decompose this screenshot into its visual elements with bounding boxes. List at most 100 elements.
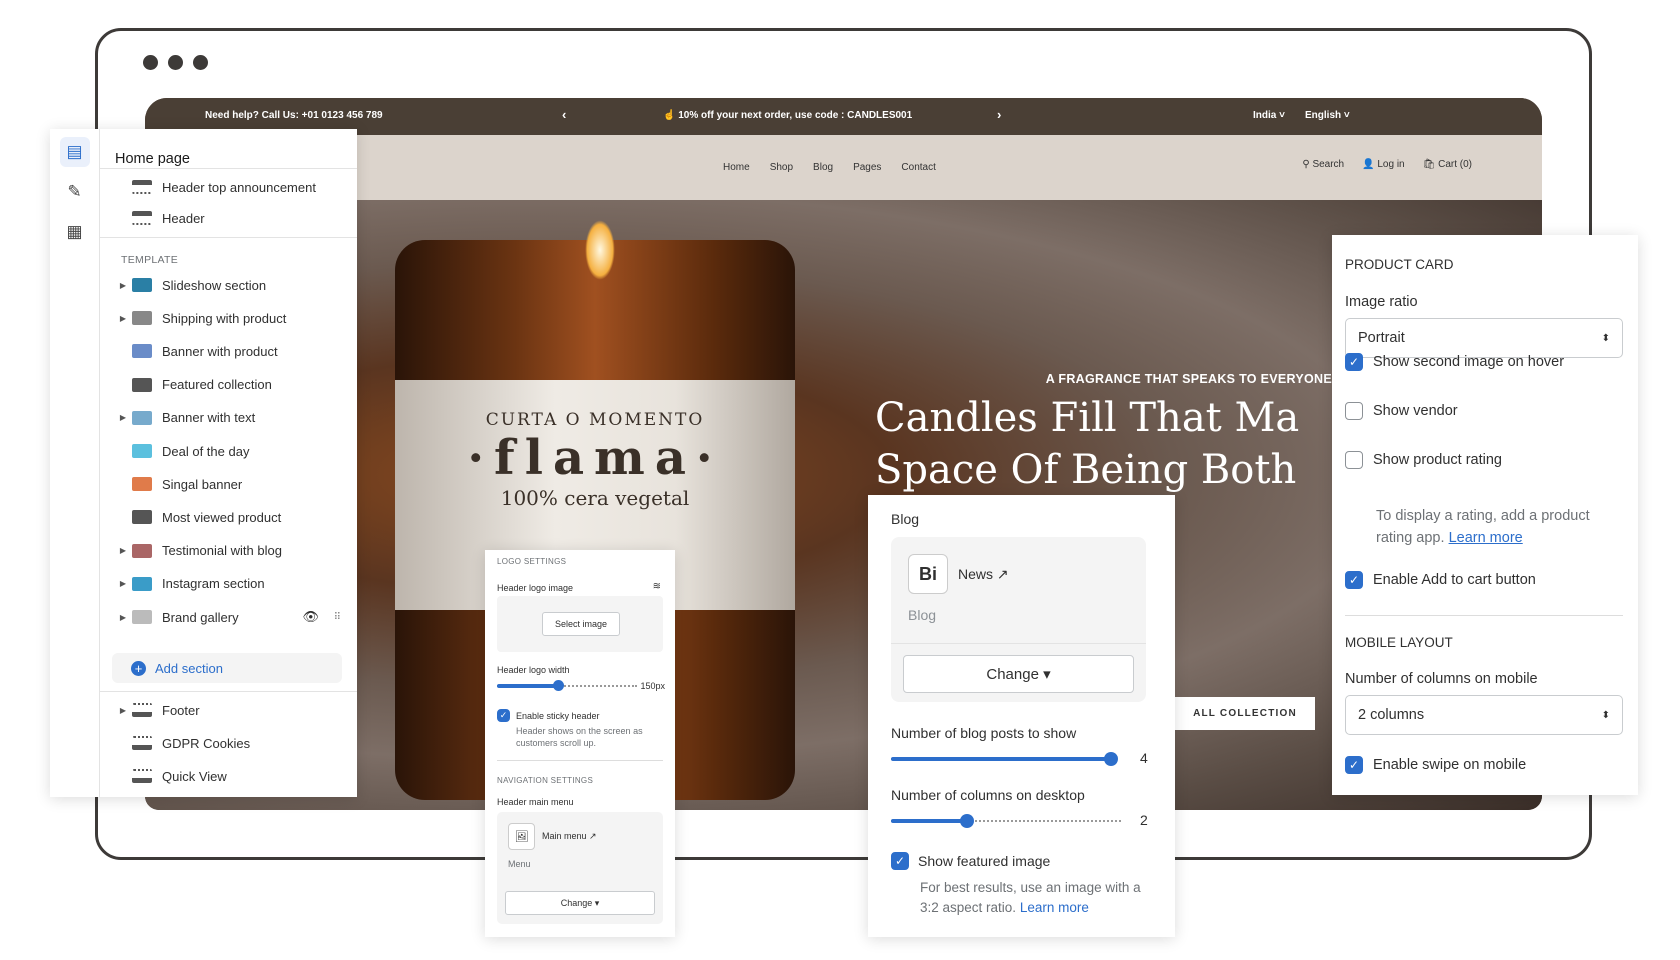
sections-icon[interactable]: ▤ xyxy=(59,137,90,167)
swipe-mobile-label: Enable swipe on mobile xyxy=(1373,757,1527,773)
database-icon[interactable]: ≋ xyxy=(653,581,661,592)
section-item[interactable]: ▶ Footer xyxy=(100,695,357,725)
expand-caret-icon[interactable]: ▶ xyxy=(112,546,132,555)
add-to-cart-label: Enable Add to cart button xyxy=(1373,572,1536,588)
next-arrow-icon[interactable]: › xyxy=(997,107,1001,122)
image-ratio-label: Image ratio xyxy=(1345,294,1418,310)
columns-desktop-slider[interactable] xyxy=(891,814,1121,828)
add-section-label: Add section xyxy=(155,660,223,676)
language-select[interactable]: English ˅ xyxy=(1305,110,1350,121)
hero-subtitle: A FRAGRANCE THAT SPEAKS TO EVERYONE xyxy=(1045,372,1332,386)
logo-image-picker: Select image xyxy=(497,596,663,652)
section-item[interactable]: Header xyxy=(100,203,357,233)
main-menu-link[interactable]: Main menu ↗ xyxy=(542,831,597,842)
add-section-button[interactable]: + Add section xyxy=(112,653,342,683)
window-dot[interactable] xyxy=(168,55,183,70)
section-item[interactable]: Quick View xyxy=(100,761,357,791)
logo-settings-heading: LOGO SETTINGS xyxy=(497,557,567,566)
posts-count-label: Number of blog posts to show xyxy=(891,725,1077,741)
section-thumbnail-icon xyxy=(132,377,152,392)
logo-settings-panel: LOGO SETTINGS Header logo image ≋ Select… xyxy=(485,550,675,937)
section-thumbnail-icon xyxy=(132,736,152,750)
expand-caret-icon[interactable]: ▶ xyxy=(112,281,132,290)
section-thumbnail-icon xyxy=(132,344,152,359)
window-dot[interactable] xyxy=(193,55,208,70)
label-arc-text: CURTA O MOMENTO xyxy=(485,410,705,430)
section-item[interactable]: Most viewed product xyxy=(100,502,357,532)
columns-mobile-label: Number of columns on mobile xyxy=(1345,671,1538,687)
mobile-layout-heading: MOBILE LAYOUT xyxy=(1345,635,1453,650)
section-thumbnail-icon xyxy=(132,311,152,326)
section-item[interactable]: Header top announcement xyxy=(100,172,357,202)
section-thumbnail-icon xyxy=(132,576,152,591)
section-item[interactable]: ▶ Testimonial with blog xyxy=(100,536,357,566)
section-item[interactable]: Deal of the day xyxy=(100,436,357,466)
nav-link-blog[interactable]: Blog xyxy=(813,162,833,173)
section-label: Singal banner xyxy=(162,476,243,492)
select-image-button[interactable]: Select image xyxy=(542,612,620,636)
change-blog-button[interactable]: Change ▾ xyxy=(903,655,1134,693)
change-menu-button[interactable]: Change ▾ xyxy=(505,891,655,915)
columns-mobile-select[interactable]: 2 columns ⬍ xyxy=(1345,695,1623,735)
expand-caret-icon[interactable]: ▶ xyxy=(112,314,132,323)
select-arrows-icon: ⬍ xyxy=(1601,709,1610,721)
posts-count-slider[interactable] xyxy=(891,752,1118,766)
section-label: Footer xyxy=(162,702,200,718)
product-option-label: Show product rating xyxy=(1373,452,1502,468)
expand-caret-icon[interactable]: ▶ xyxy=(112,613,132,622)
menu-type: Menu xyxy=(508,859,531,869)
section-label: Featured collection xyxy=(162,377,272,393)
nav-link-contact[interactable]: Contact xyxy=(901,162,935,173)
swipe-mobile-checkbox[interactable]: ✓ xyxy=(1345,756,1363,774)
nav-link-shop[interactable]: Shop xyxy=(770,162,793,173)
sticky-header-checkbox[interactable]: ✓ xyxy=(497,709,510,722)
app-blocks-icon[interactable]: ▦ xyxy=(60,217,90,247)
label-brand: ·flama· xyxy=(467,430,723,486)
section-item[interactable]: Banner with product xyxy=(100,336,357,366)
logo-width-slider[interactable] xyxy=(497,680,637,691)
section-item[interactable]: GDPR Cookies xyxy=(100,728,357,758)
expand-caret-icon[interactable]: ▶ xyxy=(112,706,132,715)
expand-caret-icon[interactable]: ▶ xyxy=(112,579,132,588)
all-collection-button[interactable]: ALL COLLECTION xyxy=(1175,697,1315,730)
section-label: Most viewed product xyxy=(162,509,282,525)
label-sub: 100% cera vegetal xyxy=(500,486,690,510)
product-option-checkbox[interactable] xyxy=(1345,402,1363,420)
visibility-eye-icon[interactable]: 👁 xyxy=(302,609,319,625)
drag-handle-icon[interactable]: ⠿ xyxy=(334,612,341,623)
nav-link-home[interactable]: Home xyxy=(723,162,750,173)
section-item[interactable]: ▶ Banner with text xyxy=(100,403,357,433)
theme-settings-icon[interactable]: ✎ xyxy=(60,177,90,207)
learn-more-link[interactable]: Learn more xyxy=(1449,530,1523,546)
learn-more-link[interactable]: Learn more xyxy=(1020,900,1089,915)
section-label: Header top announcement xyxy=(162,179,316,195)
logo-width-label: Header logo width xyxy=(497,665,570,675)
blog-settings-panel: Blog Bi News ↗ Blog Change ▾ Number of b… xyxy=(868,495,1175,937)
main-menu-label: Header main menu xyxy=(497,797,574,807)
section-item[interactable]: Featured collection xyxy=(100,370,357,400)
product-option-checkbox[interactable] xyxy=(1345,451,1363,469)
section-item[interactable]: ▶ Slideshow section xyxy=(100,270,357,300)
prev-arrow-icon[interactable]: ‹ xyxy=(562,107,566,122)
add-to-cart-checkbox[interactable]: ✓ xyxy=(1345,571,1363,589)
nav-link-pages[interactable]: Pages xyxy=(853,162,881,173)
image-ratio-select[interactable]: Portrait ⬍ xyxy=(1345,318,1623,358)
navigation-settings-heading: NAVIGATION SETTINGS xyxy=(497,776,594,785)
product-card-heading: PRODUCT CARD xyxy=(1345,257,1454,272)
cart-link[interactable]: 🛍 Cart (0) xyxy=(1423,159,1472,170)
product-option-checkbox[interactable]: ✓ xyxy=(1345,353,1363,371)
editor-rail: ▤ ✎ ▦ xyxy=(50,129,100,797)
window-dot[interactable] xyxy=(143,55,158,70)
blog-link[interactable]: News ↗ xyxy=(958,566,1009,583)
expand-caret-icon[interactable]: ▶ xyxy=(112,413,132,422)
login-link[interactable]: 👤 Log in xyxy=(1362,159,1404,170)
section-item[interactable]: ▶ Shipping with product xyxy=(100,303,357,333)
section-item[interactable]: ▶ Brand gallery 👁 ⠿ xyxy=(100,602,357,632)
section-item[interactable]: Singal banner xyxy=(100,469,357,499)
section-item[interactable]: ▶ Instagram section xyxy=(100,569,357,599)
product-option-label: Show vendor xyxy=(1373,403,1458,419)
search-link[interactable]: ⚲ Search xyxy=(1302,159,1344,170)
section-label: GDPR Cookies xyxy=(162,735,251,751)
featured-image-checkbox[interactable]: ✓ xyxy=(891,852,909,870)
country-select[interactable]: India ˅ xyxy=(1253,110,1285,121)
